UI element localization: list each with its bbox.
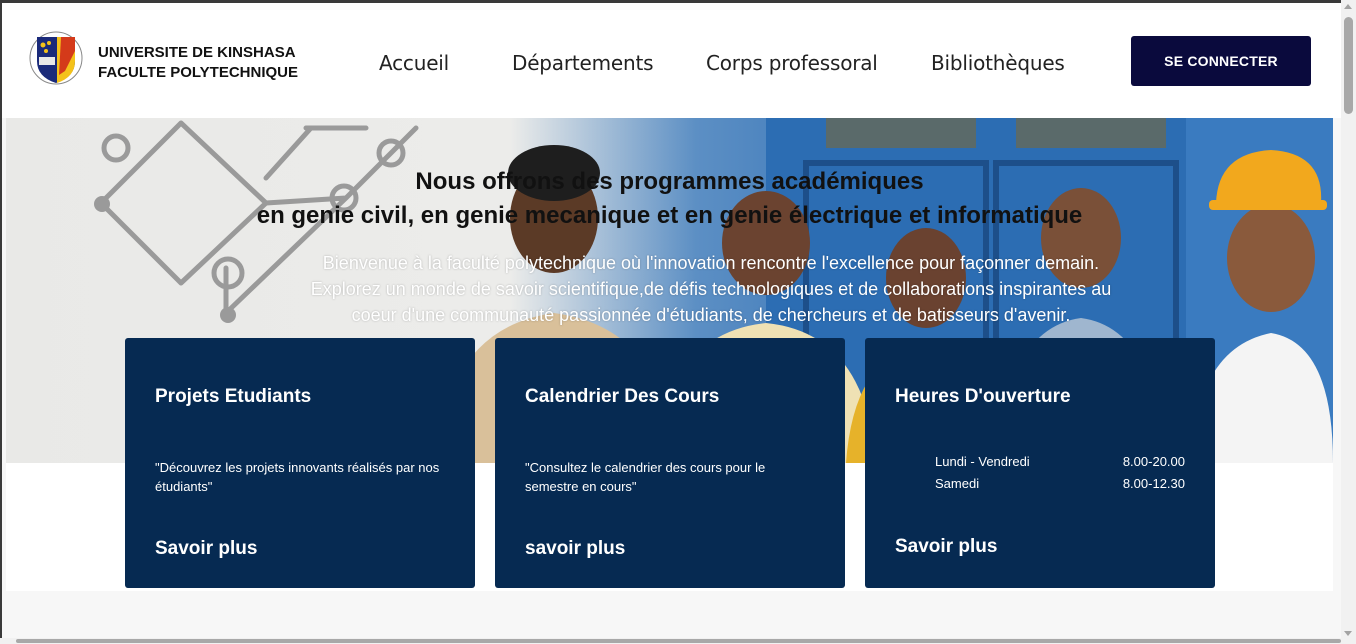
horizontal-scrollbar[interactable] (0, 638, 1341, 644)
hours-day: Samedi (935, 476, 980, 491)
brand-line-1: UNIVERSITE DE KINSHASA (98, 44, 296, 61)
card-heures-ouverture: Heures D'ouverture Lundi - Vendredi 8.00… (865, 338, 1215, 588)
nav-corps-professoral[interactable]: Corps professoral (706, 51, 878, 75)
university-shield-logo[interactable] (27, 31, 85, 85)
card-projets-etudiants: Projets Etudiants "Découvrez les projets… (125, 338, 475, 588)
page-viewport: UNIVERSITE DE KINSHASA FACULTE POLYTECHN… (0, 0, 1341, 638)
hero-title: Nous offrons des programmes académiques … (6, 165, 1333, 233)
brand-title: UNIVERSITE DE KINSHASA FACULTE POLYTECHN… (98, 43, 298, 83)
card-title: Calendrier Des Cours (525, 386, 720, 407)
hero-text-line-2: Explorez un monde de savoir scientifique… (310, 279, 1112, 299)
savoir-plus-link[interactable]: Savoir plus (155, 538, 257, 560)
nav-departements[interactable]: Départements (512, 51, 654, 75)
hero-title-line-1: Nous offrons des programmes académiques (415, 168, 924, 195)
scrollbar-thumb[interactable] (16, 639, 1341, 643)
hero-intro-text: Bienvenue à la faculté polytechnique où … (261, 250, 1161, 328)
card-text: "Découvrez les projets innovants réalisé… (155, 460, 440, 494)
card-title: Projets Etudiants (155, 386, 312, 407)
scroll-up-icon[interactable] (1344, 4, 1352, 9)
hours-day: Lundi - Vendredi (935, 454, 1030, 469)
vertical-scrollbar[interactable] (1341, 0, 1356, 644)
hero-text-line-3: coeur d'une communauté passionnée d'étud… (351, 305, 1071, 325)
nav-bibliotheques[interactable]: Bibliothèques (931, 51, 1065, 75)
card-calendrier-des-cours: Calendrier Des Cours "Consultez le calen… (495, 338, 845, 588)
brand-line-2: FACULTE POLYTECHNIQUE (98, 64, 299, 81)
hours-time: 8.00-20.00 (1122, 454, 1185, 469)
card-text: "Consultez le calendrier des cours pour … (525, 460, 766, 494)
scroll-down-icon[interactable] (1344, 631, 1352, 636)
hero-text-line-1: Bienvenue à la faculté polytechnique où … (322, 253, 1100, 273)
hero-title-line-2: en genie civil, en genie mecanique et en… (256, 202, 1083, 229)
nav-accueil[interactable]: Accueil (379, 51, 449, 75)
card-title: Heures D'ouverture (895, 386, 1071, 407)
scrollbar-thumb[interactable] (1344, 17, 1353, 114)
site-header: UNIVERSITE DE KINSHASA FACULTE POLYTECHN… (2, 3, 1341, 118)
savoir-plus-link[interactable]: savoir plus (525, 538, 625, 560)
savoir-plus-link[interactable]: Savoir plus (895, 536, 997, 558)
hours-time: 8.00-12.30 (1122, 476, 1185, 491)
login-button[interactable]: SE CONNECTER (1131, 36, 1311, 86)
